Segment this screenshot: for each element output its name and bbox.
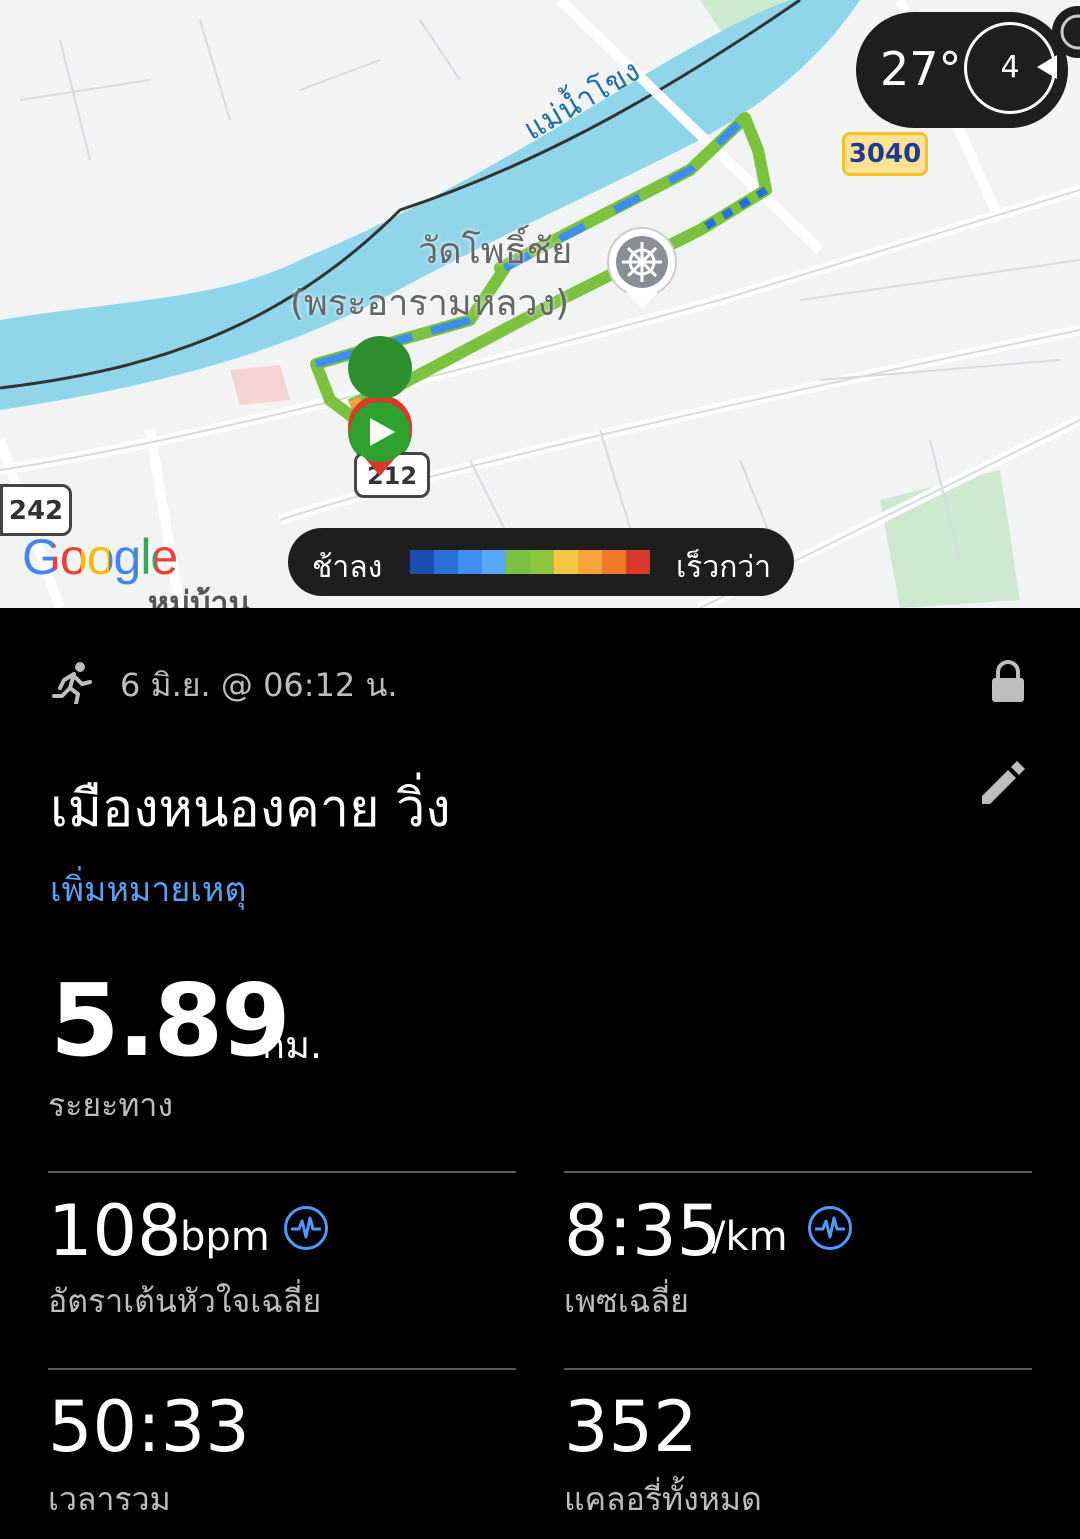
add-note-link[interactable]: เพิ่มหมายเหตุ bbox=[50, 862, 246, 916]
legend-fast-label: เร็วกว่า bbox=[676, 550, 772, 585]
google-logo: Google bbox=[22, 528, 178, 586]
running-icon bbox=[52, 662, 92, 704]
legend-color-swatch bbox=[458, 550, 482, 574]
divider bbox=[48, 1368, 516, 1370]
legend-color-swatch bbox=[554, 550, 578, 574]
activity-datetime: 6 มิ.ย. @ 06:12 น. bbox=[120, 666, 398, 704]
divider bbox=[564, 1171, 1032, 1173]
legend-color-swatch bbox=[530, 550, 554, 574]
distance-value: 5.89 bbox=[50, 962, 291, 1079]
distance-unit: กม. bbox=[262, 1023, 323, 1067]
legend-color-swatch bbox=[410, 550, 434, 574]
lock-icon[interactable] bbox=[990, 660, 1026, 704]
heart-rate-label: อัตราเต้นหัวใจเฉลี่ย bbox=[48, 1282, 322, 1320]
pace-value: 8:35 bbox=[564, 1190, 722, 1272]
legend-color-swatch bbox=[602, 550, 626, 574]
calories-value: 352 bbox=[564, 1386, 698, 1468]
compass-pointer-icon bbox=[1037, 55, 1057, 79]
poi-name-line1: วัดโพธิ์ชัย bbox=[418, 231, 573, 272]
total-time-label: เวลารวม bbox=[48, 1480, 171, 1518]
route-start-marker[interactable] bbox=[345, 398, 415, 488]
legend-color-scale bbox=[410, 550, 650, 574]
legend-color-swatch bbox=[626, 550, 650, 574]
temperature: 27° bbox=[880, 42, 962, 96]
legend-color-swatch bbox=[578, 550, 602, 574]
road-shield-242-label: 242 bbox=[8, 496, 64, 526]
activity-title: เมืองหนองคาย วิ่ง bbox=[50, 779, 451, 839]
poi-name-line2: (พระอารามหลวง) bbox=[290, 283, 570, 324]
divider bbox=[48, 1171, 516, 1173]
distance-label: ระยะทาง bbox=[48, 1086, 173, 1124]
divider bbox=[564, 1368, 1032, 1370]
compass-icon[interactable]: 4 bbox=[964, 22, 1057, 114]
google-logo-text: Google bbox=[22, 529, 178, 585]
pace-label: เพซเฉลี่ย bbox=[564, 1282, 689, 1320]
legend-slow-label: ช้าลง bbox=[312, 550, 383, 585]
road-shield-3040: 3040 bbox=[842, 132, 928, 176]
pace-legend: ช้าลง เร็วกว่า bbox=[288, 528, 794, 596]
edit-icon[interactable] bbox=[976, 758, 1028, 810]
pace-unit: /km bbox=[712, 1214, 788, 1260]
weather-compass-widget[interactable]: 27° 4 bbox=[856, 12, 1068, 128]
legend-color-swatch bbox=[506, 550, 530, 574]
total-time-value: 50:33 bbox=[48, 1386, 250, 1468]
heart-rate-value: 108 bbox=[48, 1190, 182, 1272]
legend-color-swatch bbox=[434, 550, 458, 574]
calories-label: แคลอรี่ทั้งหมด bbox=[564, 1480, 762, 1518]
road-shield-3040-label: 3040 bbox=[848, 139, 922, 169]
route-map[interactable]: แม่น้ำโขง วัดโพธิ์ชัย (พระอารามหลวง) 304… bbox=[0, 0, 1080, 608]
heart-rate-chart-icon[interactable] bbox=[284, 1206, 328, 1250]
heart-rate-unit: bpm bbox=[180, 1214, 270, 1260]
pace-chart-icon[interactable] bbox=[808, 1206, 852, 1250]
legend-color-swatch bbox=[482, 550, 506, 574]
